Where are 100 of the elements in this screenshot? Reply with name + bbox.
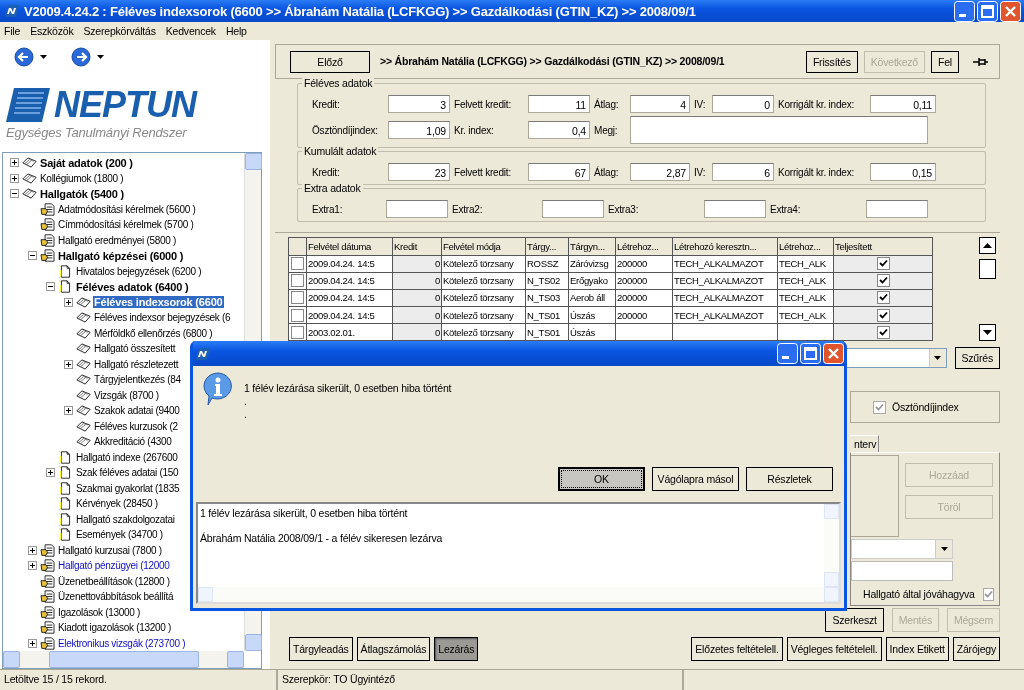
input-field[interactable]: 1,09 xyxy=(388,121,450,140)
scroll-thumb[interactable] xyxy=(979,259,996,280)
action-button[interactable]: Zárójegy xyxy=(952,637,1000,662)
input-field[interactable]: 6 xyxy=(712,163,774,182)
scroll-down-icon[interactable] xyxy=(979,324,996,342)
menu-item[interactable]: File xyxy=(4,25,21,37)
menu-item[interactable]: Szerepkörváltás xyxy=(83,25,156,37)
input-field[interactable]: 0,11 xyxy=(870,95,936,114)
tree-item[interactable]: Események (34700 ) xyxy=(75,529,164,541)
expand-icon[interactable] xyxy=(28,638,37,648)
menu-item[interactable]: Kedvencek xyxy=(165,25,216,37)
dialog-button[interactable]: OK xyxy=(558,467,645,491)
expand-icon[interactable] xyxy=(46,468,55,478)
input-field[interactable] xyxy=(630,116,928,145)
tab[interactable]: nterv xyxy=(850,435,880,453)
pin-icon[interactable] xyxy=(973,56,989,67)
action-button[interactable]: Átlagszámolás xyxy=(356,637,431,662)
checkbox[interactable] xyxy=(291,257,304,271)
menu-item[interactable]: Eszközök xyxy=(30,25,74,37)
input-field[interactable]: 67 xyxy=(528,163,590,182)
tree-item[interactable]: Féléves indexsor bejegyzések (6 xyxy=(93,312,232,324)
checkbox[interactable] xyxy=(982,587,994,601)
expand-icon[interactable] xyxy=(64,297,73,307)
dialog-button[interactable]: Vágólapra másol xyxy=(652,467,739,491)
dropdown-arrow-icon[interactable] xyxy=(934,356,941,361)
expand-icon[interactable] xyxy=(64,406,73,416)
checkbox[interactable] xyxy=(291,291,304,305)
close-button[interactable] xyxy=(1000,0,1021,22)
collapse-icon[interactable] xyxy=(46,282,55,292)
expand-icon[interactable] xyxy=(28,561,37,571)
checkbox[interactable] xyxy=(876,291,890,305)
back-icon[interactable] xyxy=(14,47,34,67)
column-header[interactable]: Létrehozó keresztn... xyxy=(672,237,778,256)
input-field[interactable] xyxy=(866,200,928,219)
action-button[interactable]: Lezárás xyxy=(434,637,479,662)
minimize-button[interactable] xyxy=(777,343,798,364)
scrollbar[interactable] xyxy=(979,237,996,342)
tree-item[interactable]: Üzenettovábbítások beállítá xyxy=(57,591,175,603)
input-field[interactable]: 0,4 xyxy=(528,121,590,140)
tree-item[interactable]: Tárgyjelentkezés (84 xyxy=(93,374,182,386)
input-field[interactable]: 0 xyxy=(712,95,774,114)
tree-item[interactable]: Féléves kurzusok (2 xyxy=(93,420,179,432)
filter-button[interactable]: Szűrés xyxy=(954,347,1000,370)
close-button[interactable] xyxy=(823,343,844,364)
details-box[interactable]: 1 félév lezárása sikerült, 0 esetben hiba történt Ábrahám Natália 2008/09/1 - a félév sikeresen lezárva xyxy=(196,502,841,604)
tree-item[interactable]: Saját adatok (200 ) xyxy=(39,156,134,169)
input-field[interactable] xyxy=(704,200,766,219)
column-header[interactable]: Kredit xyxy=(392,237,442,256)
checkbox[interactable] xyxy=(291,274,304,288)
input-field[interactable] xyxy=(542,200,604,219)
scrollbar[interactable] xyxy=(824,504,839,587)
tree-item[interactable]: Szakok adatai (9400 xyxy=(93,405,181,417)
collapse-icon[interactable] xyxy=(28,251,37,261)
tree-item[interactable]: Hallgató pénzügyei (12000 xyxy=(57,560,171,572)
action-button[interactable]: Index Etikett xyxy=(885,637,949,662)
toolbar-button[interactable]: Fel xyxy=(931,50,959,73)
column-header[interactable]: Létrehoz... xyxy=(777,237,834,256)
input-field[interactable]: 23 xyxy=(388,163,450,182)
input-field[interactable]: 4 xyxy=(630,95,690,114)
edit-button[interactable]: Szerkeszt xyxy=(825,607,884,632)
column-header[interactable]: Teljesített xyxy=(833,237,933,256)
tree-item[interactable]: Kollégiumok (1800 ) xyxy=(39,172,125,184)
expand-icon[interactable] xyxy=(28,545,37,555)
tree-item[interactable]: Hivatalos bejegyzések (6200 ) xyxy=(75,265,203,277)
toolbar-button[interactable]: Frissítés xyxy=(805,50,858,73)
tree-item[interactable]: Hallgatók (5400 ) xyxy=(39,187,126,200)
dropdown-arrow-icon[interactable] xyxy=(940,547,948,552)
scrollbar[interactable] xyxy=(3,651,244,668)
caret-icon[interactable] xyxy=(97,55,104,59)
expand-icon[interactable] xyxy=(10,158,19,168)
input-field[interactable]: 2,87 xyxy=(630,163,690,182)
input-field[interactable]: 3 xyxy=(388,95,450,114)
collapse-icon[interactable] xyxy=(10,189,19,199)
action-button[interactable]: Előzetes feltételell. xyxy=(691,637,783,662)
input-field[interactable] xyxy=(386,200,448,219)
tree-item[interactable]: Féléves adatok (6400 ) xyxy=(75,280,190,293)
tree-item[interactable]: Mérföldkő ellenőrzés (6800 ) xyxy=(93,327,214,339)
scroll-up-icon[interactable] xyxy=(979,237,996,255)
input-field[interactable]: 0,15 xyxy=(870,163,936,182)
tree-item[interactable]: Hallgató képzései (6000 ) xyxy=(57,249,185,262)
maximize-button[interactable] xyxy=(977,0,998,22)
tree-item[interactable]: Hallgató részletezett xyxy=(93,358,180,370)
expand-icon[interactable] xyxy=(64,359,73,369)
action-button[interactable]: Végleges feltételell. xyxy=(786,637,882,662)
expand-icon[interactable] xyxy=(10,173,19,183)
tree-item[interactable]: Hallgató eredményei (5800 ) xyxy=(57,234,178,246)
tree-item[interactable]: Adatmódosítási kérelmek (5600 ) xyxy=(57,203,197,215)
minimize-button[interactable] xyxy=(954,0,975,22)
tree-item[interactable]: Vizsgák (8700 ) xyxy=(93,389,160,401)
input-field[interactable]: 11 xyxy=(528,95,590,114)
tree-item[interactable]: Akkreditáció (4300 xyxy=(93,436,173,448)
tree-item[interactable]: Szak féléves adatai (150 xyxy=(75,467,180,479)
checkbox[interactable] xyxy=(876,274,890,288)
tree-item[interactable]: Féléves indexsorok (6600 xyxy=(93,296,224,309)
menu-item[interactable]: Help xyxy=(225,25,247,37)
tree-item[interactable]: Igazolások (13000 ) xyxy=(57,606,142,618)
checkbox[interactable] xyxy=(291,325,304,339)
maximize-button[interactable] xyxy=(800,343,821,364)
checkbox[interactable] xyxy=(873,400,886,414)
checkbox[interactable] xyxy=(876,257,890,271)
